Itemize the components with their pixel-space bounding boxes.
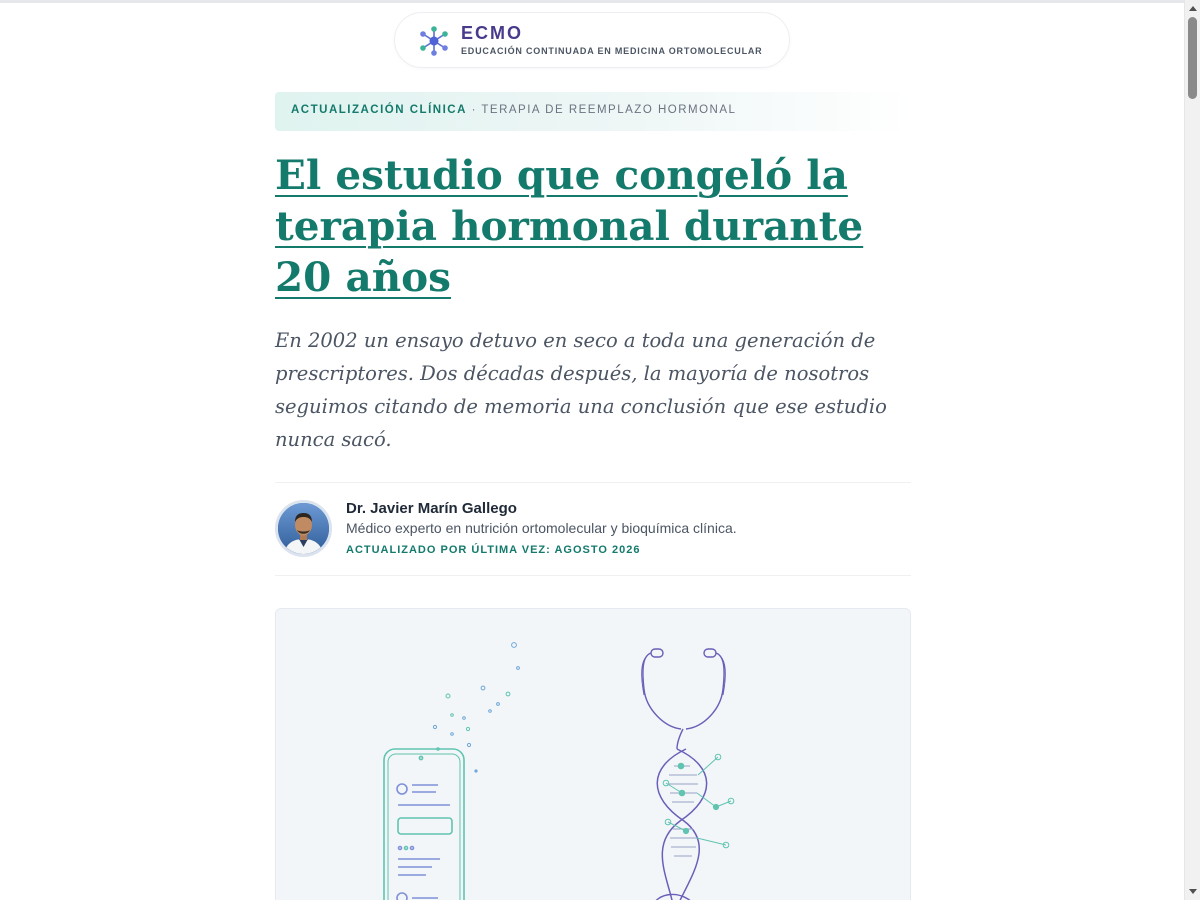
author-bio: Médico experto en nutrición ortomolecula… bbox=[346, 520, 737, 536]
dna-icon bbox=[656, 748, 735, 900]
kicker-category[interactable]: ACTUALIZACIÓN CLÍNICA bbox=[291, 104, 467, 116]
molecule-icon bbox=[420, 26, 448, 56]
kicker-topic: TERAPIA DE REEMPLAZO HORMONAL bbox=[481, 104, 737, 116]
top-rule bbox=[0, 0, 1184, 3]
data-particles bbox=[432, 642, 520, 773]
brand-tagline: EDUCACIÓN CONTINUADA EN MEDICINA ORTOMOL… bbox=[461, 46, 763, 56]
author-name[interactable]: Dr. Javier Marín Gallego bbox=[346, 500, 517, 517]
kicker-separator: · bbox=[466, 104, 482, 116]
divider bbox=[275, 482, 911, 483]
updated-date: ACTUALIZADO POR ÚLTIMA VEZ: AGOSTO 2026 bbox=[346, 544, 641, 556]
phone-stethoscope-dna-illustration bbox=[383, 642, 735, 900]
divider bbox=[275, 575, 911, 576]
article-kicker: ACTUALIZACIÓN CLÍNICA · TERAPIA DE REEMP… bbox=[275, 92, 911, 131]
article-lede: En 2002 un ensayo detuvo en seco a toda … bbox=[275, 329, 887, 451]
scrollbar[interactable] bbox=[1184, 0, 1200, 900]
scroll-down-arrow-icon[interactable] bbox=[1189, 889, 1197, 894]
phone-icon bbox=[383, 748, 465, 900]
brand-name: ECMO bbox=[461, 23, 523, 43]
avatar bbox=[275, 500, 332, 557]
scroll-up-arrow-icon[interactable] bbox=[1189, 6, 1197, 11]
article-title[interactable]: El estudio que congeló la terapia hormon… bbox=[275, 150, 911, 303]
hero-illustration bbox=[275, 608, 911, 900]
brand-header[interactable]: ECMO EDUCACIÓN CONTINUADA EN MEDICINA OR… bbox=[394, 12, 790, 68]
scrollbar-thumb[interactable] bbox=[1188, 17, 1197, 99]
